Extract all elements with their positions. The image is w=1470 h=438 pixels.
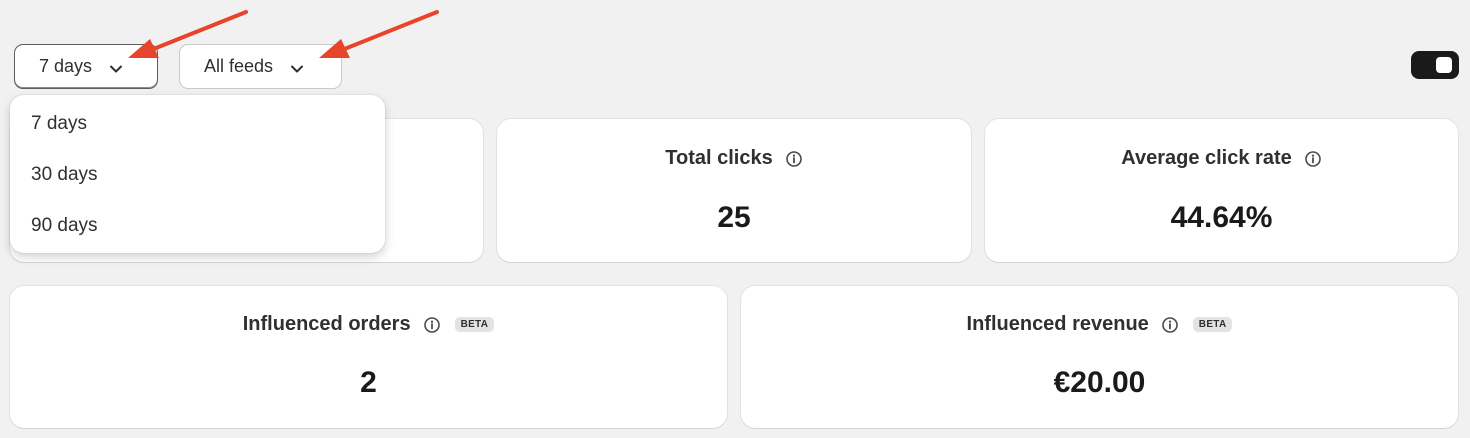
metric-card-influenced-orders: Influenced orders BETA 2 xyxy=(10,286,727,428)
feeds-filter-button[interactable]: All feeds xyxy=(179,44,342,89)
card-title: Influenced orders xyxy=(242,313,411,335)
card-title: Influenced revenue xyxy=(966,313,1149,335)
info-icon[interactable] xyxy=(423,316,441,334)
card-title-row: Total clicks xyxy=(497,147,971,170)
toggle-knob xyxy=(1436,57,1452,73)
dropdown-option-7-days[interactable]: 7 days xyxy=(31,113,87,135)
chevron-down-icon xyxy=(110,65,123,72)
feeds-filter-label: All feeds xyxy=(204,56,274,76)
card-value: 2 xyxy=(360,366,377,399)
info-icon[interactable] xyxy=(785,150,803,168)
card-title: Total clicks xyxy=(665,147,773,169)
beta-badge: BETA xyxy=(454,317,495,332)
chevron-down-icon xyxy=(291,65,304,72)
info-icon[interactable] xyxy=(1304,150,1322,168)
card-title-row: Average click rate xyxy=(985,147,1458,170)
analytics-page: 7 days All feeds Total clicks 25 Average… xyxy=(0,0,1470,438)
days-dropdown-menu: 7 days 30 days 90 days xyxy=(10,95,385,253)
card-title-row: Influenced revenue BETA xyxy=(741,313,1458,336)
toggle-switch[interactable] xyxy=(1411,51,1459,79)
metric-card-average-click-rate: Average click rate 44.64% xyxy=(985,119,1458,262)
days-filter-label: 7 days xyxy=(39,56,93,76)
beta-badge: BETA xyxy=(1192,317,1233,332)
card-value: 44.64% xyxy=(1170,201,1273,234)
days-filter-button[interactable]: 7 days xyxy=(14,44,158,89)
dropdown-option-90-days[interactable]: 90 days xyxy=(31,215,98,237)
info-icon[interactable] xyxy=(1161,316,1179,334)
card-value: 25 xyxy=(717,201,751,234)
card-title-row: Influenced orders BETA xyxy=(10,313,727,336)
dropdown-option-30-days[interactable]: 30 days xyxy=(31,164,98,186)
metric-card-total-clicks: Total clicks 25 xyxy=(497,119,971,262)
card-title: Average click rate xyxy=(1121,147,1292,169)
card-value: €20.00 xyxy=(1053,366,1146,399)
metric-card-influenced-revenue: Influenced revenue BETA €20.00 xyxy=(741,286,1458,428)
